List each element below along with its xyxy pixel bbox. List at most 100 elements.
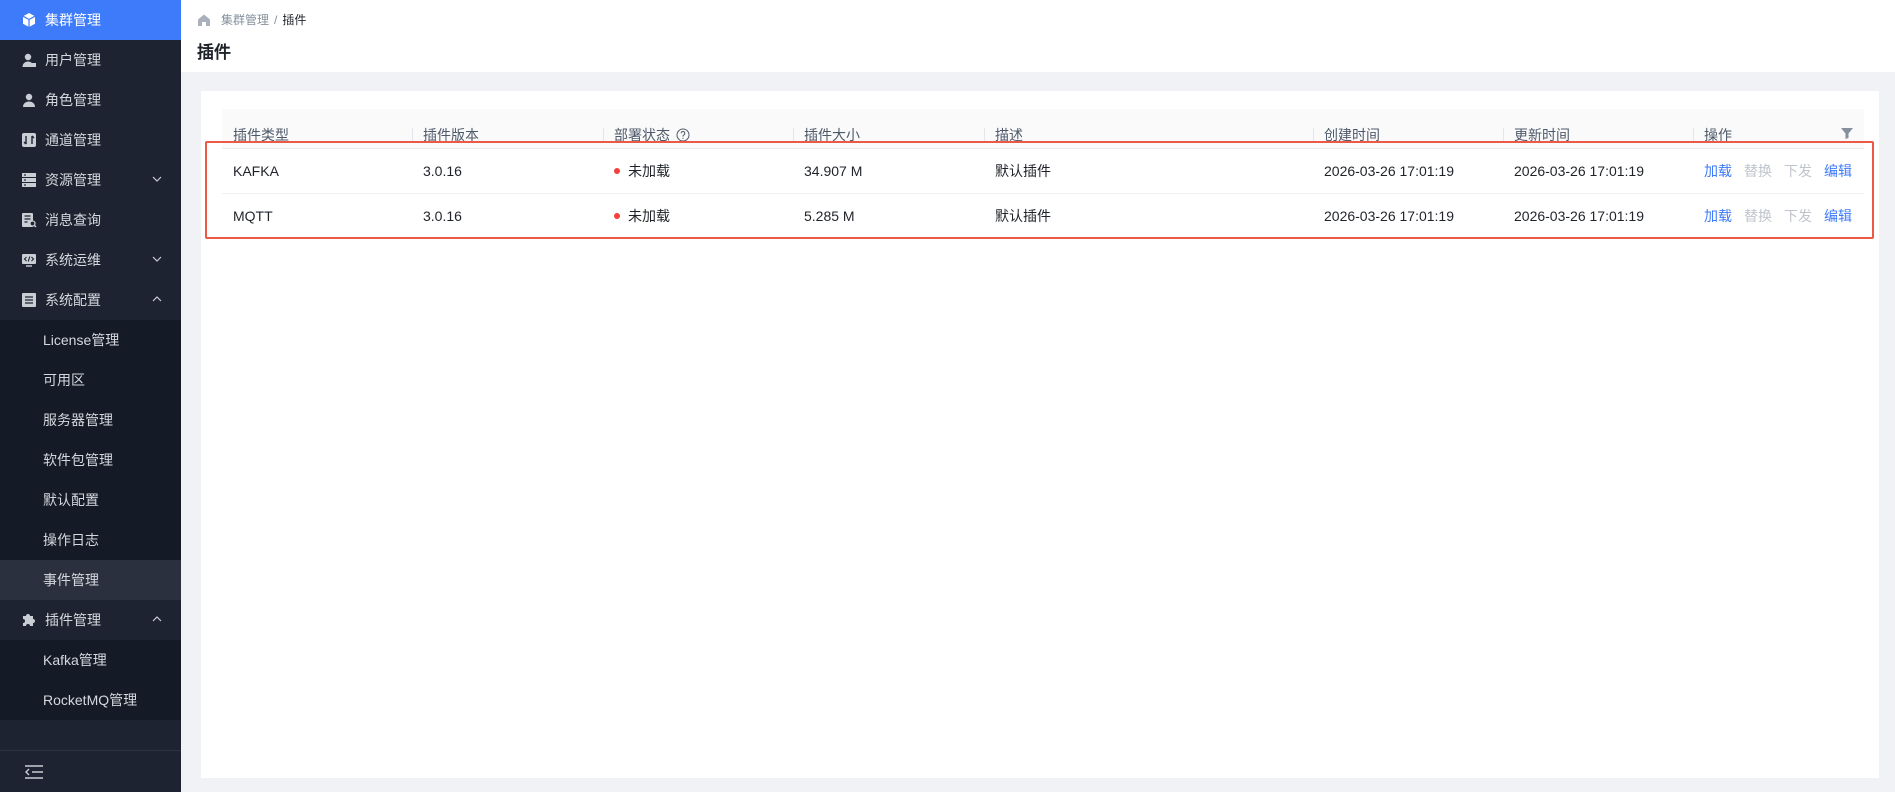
help-circle-icon[interactable] <box>676 128 690 142</box>
column-header-type: 插件类型 <box>233 127 289 143</box>
cube-icon <box>21 12 37 28</box>
cell-version: 3.0.16 <box>423 163 462 179</box>
sidebar-subitem-packages[interactable]: 软件包管理 <box>0 440 181 480</box>
sidebar-item-label: 资源管理 <box>45 172 101 188</box>
cell-status: 未加载 <box>603 161 793 181</box>
cell-type: KAFKA <box>233 163 279 179</box>
sidebar-subitem-license[interactable]: License管理 <box>0 320 181 360</box>
menu-fold-icon <box>25 764 43 779</box>
content-card: 插件类型 插件版本 部署状态 插件大小 描述 创建时间 更新时间 操作 KAFK… <box>201 91 1879 778</box>
page-header: 集群管理 / 插件 插件 <box>181 0 1895 72</box>
replace-button[interactable]: 替换 <box>1744 206 1772 226</box>
home-icon[interactable] <box>197 13 211 27</box>
sidebar-item-label: 用户管理 <box>45 52 101 68</box>
chevron-down-icon <box>152 176 162 182</box>
cell-description: 默认插件 <box>995 208 1051 224</box>
sidebar-subitem-label: Kafka管理 <box>43 652 107 668</box>
message-search-icon <box>21 212 37 228</box>
role-icon <box>21 92 37 108</box>
cell-size: 34.907 M <box>804 163 863 179</box>
cell-updated: 2026-03-26 17:01:19 <box>1514 163 1644 179</box>
sidebar-subitem-label: 默认配置 <box>43 492 99 508</box>
sidebar-item-plugins[interactable]: 插件管理 <box>0 600 181 640</box>
column-header-created: 创建时间 <box>1313 127 1503 143</box>
sidebar-item-cluster[interactable]: 集群管理 <box>0 0 181 40</box>
breadcrumb-parent[interactable]: 集群管理 <box>221 11 269 28</box>
column-header-status: 部署状态 <box>603 127 793 143</box>
sidebar-item-ops[interactable]: 系统运维 <box>0 240 181 280</box>
sidebar-item-message-query[interactable]: 消息查询 <box>0 200 181 240</box>
cell-version: 3.0.16 <box>423 208 462 224</box>
sidebar-item-channels[interactable]: 通道管理 <box>0 120 181 160</box>
sidebar-subitem-default-config[interactable]: 默认配置 <box>0 480 181 520</box>
load-button[interactable]: 加载 <box>1704 161 1732 181</box>
edit-button[interactable]: 编辑 <box>1824 206 1852 226</box>
status-dot <box>614 213 620 219</box>
sidebar-subitem-kafka[interactable]: Kafka管理 <box>0 640 181 680</box>
sidebar-subitem-rocketmq[interactable]: RocketMQ管理 <box>0 680 181 720</box>
config-icon <box>21 292 37 308</box>
sidebar-subitem-operation-log[interactable]: 操作日志 <box>0 520 181 560</box>
load-button[interactable]: 加载 <box>1704 206 1732 226</box>
sidebar-subitem-label: License管理 <box>43 332 120 348</box>
cell-actions: 加载 替换 下发 编辑 <box>1693 206 1864 226</box>
cell-created: 2026-03-26 17:01:19 <box>1324 163 1454 179</box>
code-monitor-icon <box>21 252 37 268</box>
sidebar-subitem-events[interactable]: 事件管理 <box>0 560 181 600</box>
cell-status: 未加载 <box>603 206 793 226</box>
cell-created: 2026-03-26 17:01:19 <box>1324 208 1454 224</box>
deploy-button[interactable]: 下发 <box>1784 206 1812 226</box>
column-header-version: 插件版本 <box>412 127 603 143</box>
sidebar-subitem-availability-zone[interactable]: 可用区 <box>0 360 181 400</box>
status-text: 未加载 <box>628 163 670 179</box>
channel-icon <box>21 132 37 148</box>
cell-updated: 2026-03-26 17:01:19 <box>1514 208 1644 224</box>
sidebar-item-label: 消息查询 <box>45 212 101 228</box>
puzzle-icon <box>21 612 37 628</box>
chevron-down-icon <box>152 256 162 262</box>
cell-description: 默认插件 <box>995 163 1051 179</box>
sidebar-subitem-label: 服务器管理 <box>43 412 113 428</box>
table-header: 插件类型 插件版本 部署状态 插件大小 描述 创建时间 更新时间 操作 <box>222 109 1864 149</box>
filter-icon[interactable] <box>1840 126 1854 140</box>
table-row: KAFKA 3.0.16 未加载 34.907 M 默认插件 2026-03-2… <box>222 149 1864 194</box>
cell-size: 5.285 M <box>804 208 855 224</box>
sidebar-subitem-servers[interactable]: 服务器管理 <box>0 400 181 440</box>
sidebar-subitem-label: 事件管理 <box>43 572 99 588</box>
sidebar-subitem-label: 软件包管理 <box>43 452 113 468</box>
sidebar-item-users[interactable]: 用户管理 <box>0 40 181 80</box>
column-header-description: 描述 <box>984 127 1313 143</box>
status-text: 未加载 <box>628 208 670 224</box>
chevron-up-icon <box>152 296 162 302</box>
edit-button[interactable]: 编辑 <box>1824 161 1852 181</box>
sidebar: 集群管理 用户管理 角色管理 通道管理 资源管理 消息查询 系统运维 系统配置 … <box>0 0 181 792</box>
sidebar-item-label: 系统配置 <box>45 292 101 308</box>
column-header-updated: 更新时间 <box>1503 127 1693 143</box>
page-title: 插件 <box>197 43 231 62</box>
sidebar-subitem-label: RocketMQ管理 <box>43 692 138 708</box>
sidebar-item-system-config[interactable]: 系统配置 <box>0 280 181 320</box>
plugin-table: 插件类型 插件版本 部署状态 插件大小 描述 创建时间 更新时间 操作 KAFK… <box>222 109 1864 239</box>
cell-actions: 加载 替换 下发 编辑 <box>1693 161 1864 181</box>
sidebar-item-label: 通道管理 <box>45 132 101 148</box>
server-icon <box>21 172 37 188</box>
sidebar-item-label: 插件管理 <box>45 612 101 628</box>
sidebar-item-label: 集群管理 <box>45 12 101 28</box>
sidebar-item-resources[interactable]: 资源管理 <box>0 160 181 200</box>
column-header-actions: 操作 <box>1693 127 1864 143</box>
sidebar-subitem-label: 操作日志 <box>43 532 99 548</box>
breadcrumb-current: 插件 <box>282 13 307 27</box>
sidebar-item-label: 角色管理 <box>45 92 101 108</box>
replace-button[interactable]: 替换 <box>1744 161 1772 181</box>
sidebar-collapse-button[interactable] <box>0 750 181 792</box>
status-dot <box>614 168 620 174</box>
user-icon <box>21 52 37 68</box>
sidebar-item-roles[interactable]: 角色管理 <box>0 80 181 120</box>
column-header-size: 插件大小 <box>793 127 984 143</box>
cell-type: MQTT <box>233 208 273 224</box>
sidebar-item-label: 系统运维 <box>45 252 101 268</box>
sidebar-subitem-label: 可用区 <box>43 372 85 388</box>
table-row: MQTT 3.0.16 未加载 5.285 M 默认插件 2026-03-26 … <box>222 194 1864 239</box>
deploy-button[interactable]: 下发 <box>1784 161 1812 181</box>
chevron-up-icon <box>152 616 162 622</box>
